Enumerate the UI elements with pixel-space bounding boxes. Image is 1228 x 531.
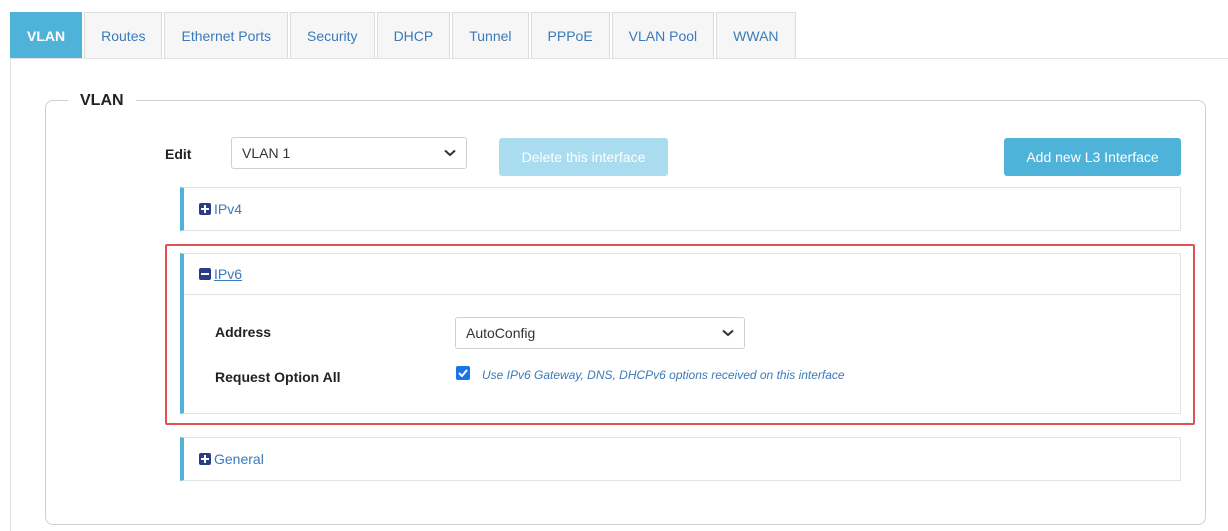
- request-option-text: Use IPv6 Gateway, DNS, DHCPv6 options re…: [482, 368, 845, 382]
- tab-dhcp[interactable]: DHCP: [376, 12, 451, 59]
- chevron-down-icon: [444, 147, 456, 159]
- request-option-checkbox[interactable]: [456, 366, 470, 380]
- general-panel: General: [180, 437, 1181, 481]
- tab-ethernet-ports[interactable]: Ethernet Ports: [164, 12, 288, 59]
- address-label: Address: [215, 324, 272, 340]
- ipv4-panel: IPv4: [180, 187, 1181, 231]
- address-select-value: AutoConfig: [466, 325, 536, 341]
- general-panel-header[interactable]: General: [184, 438, 1180, 480]
- minus-square-icon: [199, 268, 211, 280]
- edit-label: Edit: [165, 146, 192, 162]
- checkmark-icon: [458, 369, 468, 377]
- add-l3-interface-button[interactable]: Add new L3 Interface: [1004, 138, 1181, 176]
- address-select[interactable]: AutoConfig: [455, 317, 745, 349]
- ipv6-title: IPv6: [214, 266, 243, 282]
- tab-routes[interactable]: Routes: [84, 12, 163, 59]
- tab-divider: [10, 58, 1228, 59]
- ipv6-panel-header[interactable]: IPv6: [184, 254, 1180, 295]
- vlan-select[interactable]: VLAN 1: [231, 137, 467, 169]
- vlan-select-value: VLAN 1: [242, 145, 291, 161]
- delete-interface-button[interactable]: Delete this interface: [499, 138, 668, 176]
- ipv4-title: IPv4: [214, 201, 243, 217]
- content-border: [10, 58, 11, 531]
- tab-security[interactable]: Security: [289, 12, 375, 59]
- request-option-label: Request Option All: [215, 369, 341, 385]
- tab-vlan[interactable]: VLAN: [10, 12, 83, 59]
- vlan-legend: VLAN: [68, 92, 136, 110]
- chevron-down-icon: [722, 327, 734, 339]
- general-title: General: [214, 451, 264, 467]
- plus-square-icon: [199, 453, 211, 465]
- tab-vlan-pool[interactable]: VLAN Pool: [611, 12, 715, 59]
- tab-tunnel[interactable]: Tunnel: [452, 12, 529, 59]
- tab-wwan[interactable]: WWAN: [716, 12, 796, 59]
- plus-square-icon: [199, 203, 211, 215]
- tab-pppoe[interactable]: PPPoE: [530, 12, 610, 59]
- tab-bar: VLAN Routes Ethernet Ports Security DHCP…: [10, 12, 798, 59]
- ipv4-panel-header[interactable]: IPv4: [184, 188, 1180, 230]
